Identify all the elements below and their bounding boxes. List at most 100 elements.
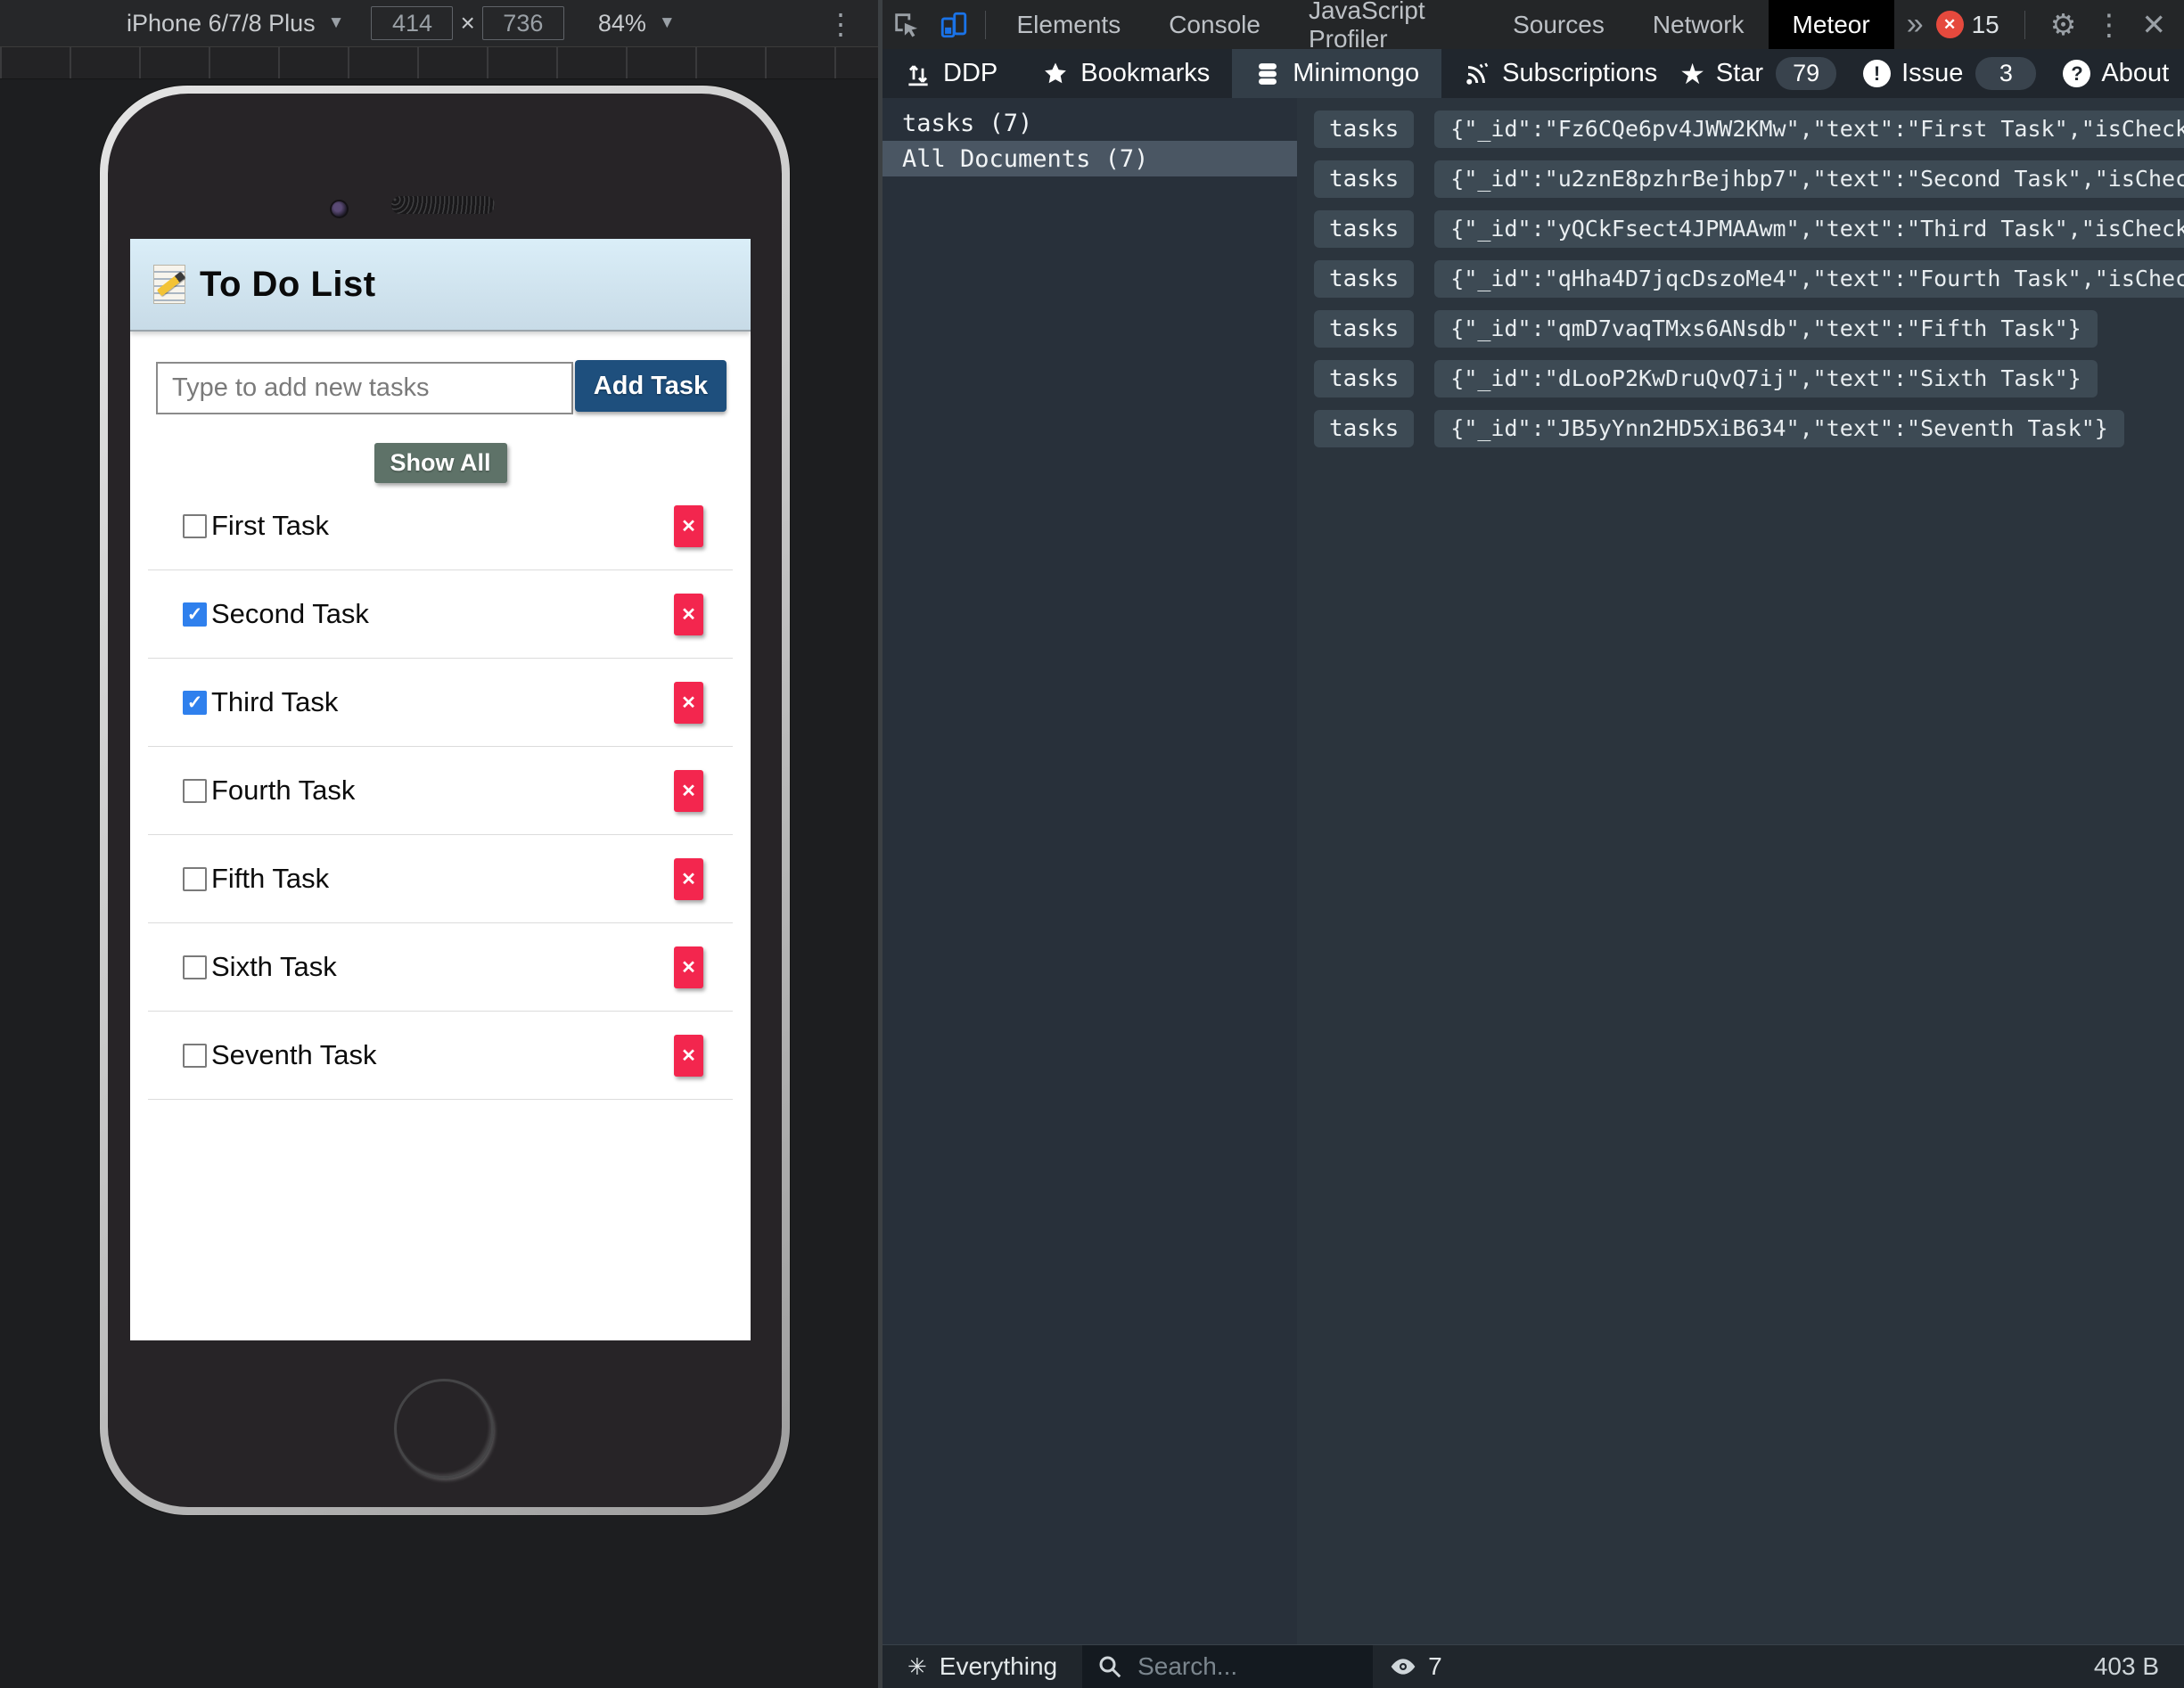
about-button[interactable]: ? About bbox=[2063, 59, 2169, 88]
meteor-tab-minimongo[interactable]: Minimongo bbox=[1232, 49, 1441, 98]
document-json[interactable]: {"_id":"qHha4D7jqcDszoMe4","text":"Fourt… bbox=[1434, 260, 2184, 298]
task-label: Fifth Task bbox=[211, 863, 329, 895]
task-label: Seventh Task bbox=[211, 1039, 377, 1071]
zoom-select[interactable]: 84% ▼ bbox=[598, 10, 676, 37]
document-json[interactable]: {"_id":"yQCkFsect4JPMAAwm","text":"Third… bbox=[1434, 210, 2184, 248]
collection-badge[interactable]: tasks bbox=[1314, 160, 1414, 198]
star-count-badge: 79 bbox=[1776, 57, 1836, 90]
document-row: tasks {"_id":"u2znE8pzhrBejhbp7","text":"… bbox=[1297, 160, 2184, 210]
delete-task-button[interactable]: ✕ bbox=[674, 1035, 703, 1077]
close-devtools-icon[interactable]: ✕ bbox=[2141, 7, 2166, 42]
document-row: tasks {"_id":"qHha4D7jqcDszoMe4","text":"… bbox=[1297, 260, 2184, 310]
document-json[interactable]: {"_id":"Fz6CQe6pv4JWW2KMw","text":"First… bbox=[1434, 111, 2184, 148]
error-badge[interactable]: ✕ 15 bbox=[1936, 11, 1999, 39]
visible-docs: 7 bbox=[1373, 1652, 1442, 1681]
settings-gear-icon[interactable]: ⚙ bbox=[2050, 7, 2077, 42]
task-row: ✓Third Task ✕ bbox=[148, 659, 733, 747]
meteor-tab-label: Minimongo bbox=[1293, 59, 1419, 88]
document-json[interactable]: {"_id":"u2znE8pzhrBejhbp7","text":"Secon… bbox=[1434, 160, 2184, 198]
device-toolbar-toggle-icon[interactable] bbox=[930, 5, 977, 45]
collection-badge[interactable]: tasks bbox=[1314, 260, 1414, 298]
add-task-button[interactable]: Add Task bbox=[575, 360, 727, 412]
devtools-tabbar: ElementsConsoleJavaScript ProfilerSource… bbox=[883, 0, 2184, 49]
task-row: Fifth Task ✕ bbox=[148, 835, 733, 923]
show-all-button[interactable]: Show All bbox=[374, 443, 507, 483]
task-checkbox[interactable] bbox=[183, 514, 207, 538]
tab-console[interactable]: Console bbox=[1145, 0, 1285, 49]
delete-task-button[interactable]: ✕ bbox=[674, 505, 703, 547]
search-input[interactable] bbox=[1136, 1651, 1335, 1682]
minimongo-sidebar: tasks (7)All Documents (7) bbox=[883, 98, 1297, 1645]
device-height-input[interactable] bbox=[482, 6, 564, 40]
star-icon: ★ bbox=[1679, 57, 1705, 91]
meteor-tab-bookmarks[interactable]: Bookmarks bbox=[1020, 49, 1232, 98]
task-checkbox[interactable]: ✓ bbox=[183, 602, 207, 627]
meteor-tab-subscriptions[interactable]: Subscriptions bbox=[1441, 49, 1679, 98]
task-checkbox[interactable]: ✓ bbox=[183, 691, 207, 715]
document-json[interactable]: {"_id":"qmD7vaqTMxs6ANsdb","text":"Fifth… bbox=[1434, 310, 2097, 348]
toolbar-separator bbox=[985, 11, 986, 39]
task-label: Fourth Task bbox=[211, 774, 355, 807]
minimongo-documents: tasks {"_id":"Fz6CQe6pv4JWW2KMw","text":"… bbox=[1297, 98, 2184, 1645]
devtools-pane: ElementsConsoleJavaScript ProfilerSource… bbox=[883, 0, 2184, 1688]
tab-sources[interactable]: Sources bbox=[1489, 0, 1629, 49]
todo-app-screen: To Do List Add Task Show All First Task ✕… bbox=[130, 239, 751, 1340]
delete-task-button[interactable]: ✕ bbox=[674, 770, 703, 812]
task-checkbox[interactable] bbox=[183, 1044, 207, 1068]
filter-scope-button[interactable]: ✳ Everything bbox=[883, 1645, 1082, 1688]
meteor-tab-ddp[interactable]: DDP bbox=[883, 49, 1020, 98]
new-task-input[interactable] bbox=[156, 362, 573, 414]
document-json[interactable]: {"_id":"JB5yYnn2HD5XiB634","text":"Seven… bbox=[1434, 410, 2124, 447]
database-icon bbox=[1254, 61, 1281, 87]
signal-icon bbox=[1464, 61, 1490, 87]
tab-network[interactable]: Network bbox=[1629, 0, 1769, 49]
meteor-toolbar: DDP Bookmarks Minimongo Subscriptions ★ Sta… bbox=[883, 49, 2184, 98]
collection-badge[interactable]: tasks bbox=[1314, 410, 1414, 447]
devtools-kebab-icon[interactable]: ⋮ bbox=[2094, 7, 2123, 42]
sidebar-item-all-documents-7-[interactable]: All Documents (7) bbox=[883, 141, 1297, 176]
task-checkbox[interactable] bbox=[183, 867, 207, 891]
delete-task-button[interactable]: ✕ bbox=[674, 594, 703, 635]
star-repo-button[interactable]: ★ Star bbox=[1679, 57, 1763, 91]
eye-icon bbox=[1389, 1652, 1417, 1681]
collection-badge[interactable]: tasks bbox=[1314, 210, 1414, 248]
task-checkbox[interactable] bbox=[183, 955, 207, 979]
zoom-caret-icon: ▼ bbox=[659, 13, 676, 33]
more-tabs-icon[interactable]: » bbox=[1907, 7, 1924, 42]
issue-icon: ! bbox=[1863, 60, 1891, 87]
toolbar-separator bbox=[2024, 11, 2025, 39]
task-label: Third Task bbox=[211, 686, 338, 718]
task-checkbox[interactable] bbox=[183, 779, 207, 803]
about-question-icon: ? bbox=[2063, 60, 2090, 87]
sidebar-item-tasks-7-[interactable]: tasks (7) bbox=[883, 105, 1297, 141]
device-width-input[interactable] bbox=[371, 6, 453, 40]
meteor-tab-label: Bookmarks bbox=[1080, 59, 1210, 88]
collection-badge[interactable]: tasks bbox=[1314, 310, 1414, 348]
phone-home-button bbox=[394, 1379, 494, 1479]
tab-meteor[interactable]: Meteor bbox=[1769, 0, 1894, 49]
inspect-element-icon[interactable] bbox=[883, 5, 930, 45]
task-row: Fourth Task ✕ bbox=[148, 747, 733, 835]
task-label: First Task bbox=[211, 510, 329, 542]
delete-task-button[interactable]: ✕ bbox=[674, 858, 703, 900]
meteor-tab-label: DDP bbox=[943, 59, 998, 88]
meteor-tab-label: Subscriptions bbox=[1502, 59, 1657, 88]
task-label: Second Task bbox=[211, 598, 369, 630]
document-row: tasks {"_id":"Fz6CQe6pv4JWW2KMw","text":"… bbox=[1297, 111, 2184, 160]
delete-task-button[interactable]: ✕ bbox=[674, 682, 703, 724]
document-row: tasks {"_id":"qmD7vaqTMxs6ANsdb","text":"… bbox=[1297, 310, 2184, 360]
tab-elements[interactable]: Elements bbox=[992, 0, 1145, 49]
document-json[interactable]: {"_id":"dLooP2KwDruQvQ7ij","text":"Sixth… bbox=[1434, 360, 2097, 397]
device-toolbar-kebab-icon[interactable]: ⋮ bbox=[826, 7, 855, 41]
collection-badge[interactable]: tasks bbox=[1314, 111, 1414, 148]
device-select-caret-icon: ▼ bbox=[328, 13, 345, 33]
delete-task-button[interactable]: ✕ bbox=[674, 946, 703, 988]
collection-badge[interactable]: tasks bbox=[1314, 360, 1414, 397]
app-header: To Do List bbox=[130, 239, 751, 332]
issue-count-badge: 3 bbox=[1975, 57, 2036, 90]
device-ruler bbox=[0, 47, 878, 79]
device-select[interactable]: iPhone 6/7/8 Plus bbox=[127, 10, 316, 37]
document-row: tasks {"_id":"JB5yYnn2HD5XiB634","text":"… bbox=[1297, 410, 2184, 460]
tab-javascript-profiler[interactable]: JavaScript Profiler bbox=[1285, 0, 1489, 49]
issue-button[interactable]: ! Issue bbox=[1863, 59, 1963, 88]
